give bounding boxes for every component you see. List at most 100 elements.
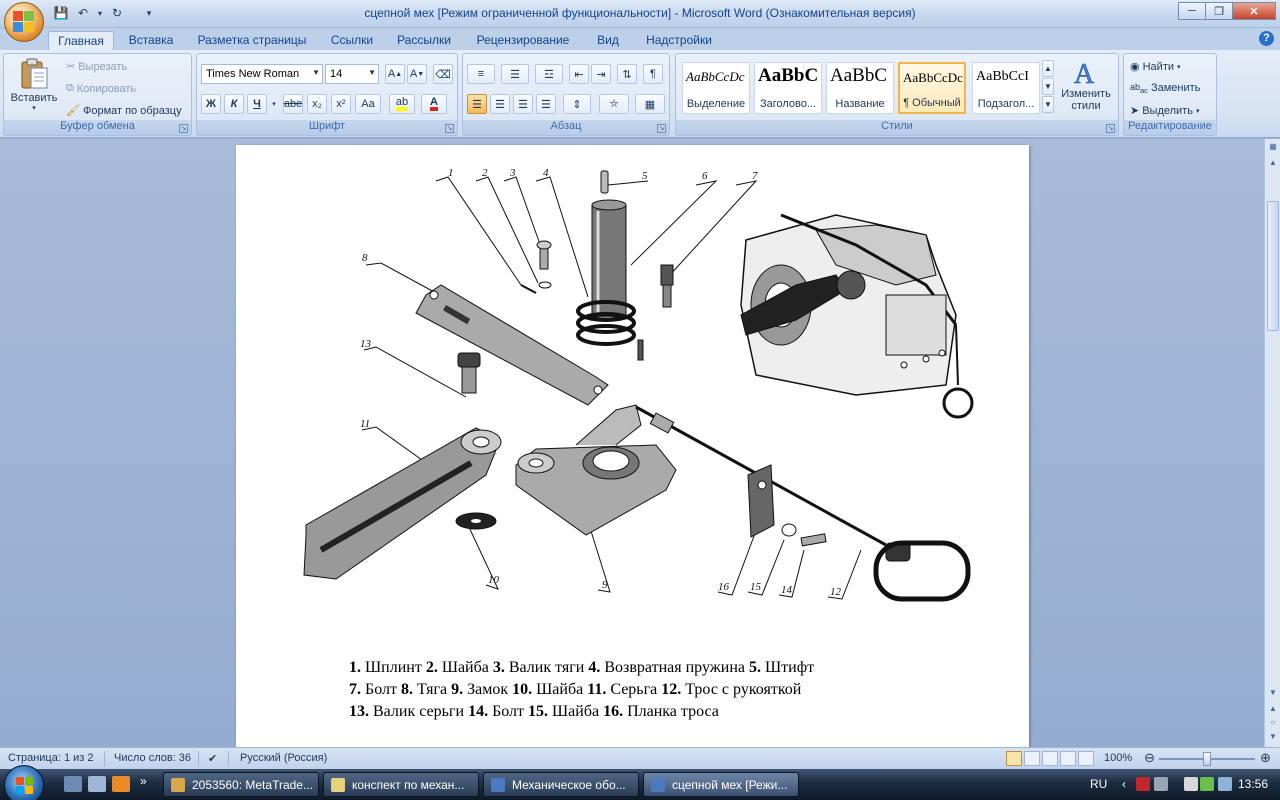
antivirus-icon[interactable] <box>1136 777 1150 791</box>
style-normal[interactable]: AaBbCcDc ¶ Обычный <box>898 62 966 114</box>
style-subtitle[interactable]: AaBbCcI Подзагол... <box>972 62 1040 114</box>
outline-view-button[interactable] <box>1060 751 1076 766</box>
tab-view[interactable]: Вид <box>590 31 626 50</box>
zoom-in-icon[interactable]: ⊕ <box>1260 750 1271 766</box>
numbering-button[interactable]: ☰ <box>501 64 529 84</box>
tray-app-icon[interactable] <box>1154 777 1168 791</box>
tray-app-icon[interactable] <box>1184 777 1198 791</box>
start-button[interactable] <box>4 765 44 800</box>
increase-indent-button[interactable]: ⇥ <box>591 64 611 84</box>
taskbar-item-mechanical[interactable]: Механическое обо... <box>483 772 639 797</box>
zoom-slider-thumb[interactable] <box>1203 752 1211 766</box>
cut-button[interactable]: ✂ Вырезать <box>66 60 127 74</box>
line-spacing-button[interactable]: ⇕ <box>563 94 591 114</box>
align-left-button[interactable]: ☰ <box>467 94 487 114</box>
align-right-button[interactable]: ☰ <box>513 94 533 114</box>
taskbar-item-metatrader[interactable]: 2053560: MetaTrade... <box>163 772 319 797</box>
font-size-combo[interactable]: 14 ▼ <box>325 64 379 84</box>
taskbar-item-coupling[interactable]: сцепной мех [Режи... <box>643 772 799 797</box>
tab-page-layout[interactable]: Разметка страницы <box>192 31 312 50</box>
previous-page-icon[interactable]: ▲ <box>1267 703 1279 715</box>
shrink-font-button[interactable]: A ▼ <box>407 64 427 84</box>
minimize-button[interactable]: ─ <box>1178 2 1206 20</box>
proofing-icon[interactable]: ✔ <box>208 752 217 765</box>
tab-mailings[interactable]: Рассылки <box>392 31 456 50</box>
borders-button[interactable]: ▦ <box>635 94 665 114</box>
bullets-button[interactable]: ≡ <box>467 64 495 84</box>
show-formatting-button[interactable]: ¶ <box>643 64 663 84</box>
styles-dialog-launcher[interactable]: ↘ <box>1106 124 1115 133</box>
change-case-button[interactable]: Aa <box>355 94 381 114</box>
scroll-up-icon[interactable]: ▲ <box>1267 157 1279 169</box>
quicklaunch-more-icon[interactable]: » <box>140 774 147 788</box>
volume-icon[interactable] <box>1218 777 1232 791</box>
tab-references[interactable]: Ссылки <box>324 31 380 50</box>
sort-button[interactable]: ⇅ <box>617 64 637 84</box>
styles-more-icon[interactable]: ▼ <box>1042 96 1054 113</box>
find-button[interactable]: ◉ Найти ▾ <box>1130 60 1181 74</box>
zoom-out-icon[interactable]: ⊖ <box>1144 750 1155 766</box>
style-heading[interactable]: AaBbC Заголово... <box>754 62 822 114</box>
justify-button[interactable]: ☰ <box>536 94 556 114</box>
font-color-button[interactable]: A <box>421 94 447 114</box>
font-name-combo[interactable]: Times New Roman ▼ <box>201 64 323 84</box>
paste-button[interactable]: Вставить ▾ <box>10 58 58 112</box>
styles-scroll-down-icon[interactable]: ▼ <box>1042 78 1054 95</box>
maximize-button[interactable]: ❐ <box>1205 2 1233 20</box>
change-styles-button[interactable]: A Изменить стили <box>1058 58 1114 112</box>
show-desktop-icon[interactable] <box>64 776 82 792</box>
superscript-button[interactable]: x² <box>331 94 351 114</box>
word-count[interactable]: Число слов: 36 <box>114 752 191 764</box>
scroll-down-icon[interactable]: ▼ <box>1267 687 1279 699</box>
tab-insert[interactable]: Вставка <box>122 31 180 50</box>
copy-button[interactable]: ⧉ Копировать <box>66 82 136 95</box>
grow-font-button[interactable]: A ▲ <box>385 64 405 84</box>
align-center-button[interactable]: ☰ <box>490 94 510 114</box>
ruler-toggle-icon[interactable]: ▦ <box>1267 141 1279 153</box>
style-emphasis[interactable]: AaBbCcDc Выделение <box>682 62 750 114</box>
web-layout-view-button[interactable] <box>1042 751 1058 766</box>
subscript-button[interactable]: x₂ <box>307 94 327 114</box>
tray-expand-icon[interactable]: ‹ <box>1122 777 1126 791</box>
clock[interactable]: 13:56 <box>1238 777 1268 791</box>
zoom-level[interactable]: 100% <box>1104 752 1132 764</box>
tab-review[interactable]: Рецензирование <box>470 31 576 50</box>
paragraph-dialog-launcher[interactable]: ↘ <box>657 124 666 133</box>
decrease-indent-button[interactable]: ⇤ <box>569 64 589 84</box>
full-screen-reading-view-button[interactable] <box>1024 751 1040 766</box>
taskbar-item-konspekt[interactable]: конспект по механ... <box>323 772 479 797</box>
page-count[interactable]: Страница: 1 из 2 <box>8 752 94 764</box>
strikethrough-button[interactable]: abe <box>283 94 303 114</box>
next-page-icon[interactable]: ▼ <box>1267 731 1279 743</box>
switch-windows-icon[interactable] <box>88 776 106 792</box>
network-icon[interactable] <box>1200 777 1214 791</box>
style-title[interactable]: AaBbC Название <box>826 62 894 114</box>
scroll-thumb[interactable] <box>1267 201 1279 331</box>
styles-scroll-up-icon[interactable]: ▲ <box>1042 60 1054 77</box>
help-icon[interactable]: ? <box>1259 31 1274 46</box>
media-player-icon[interactable] <box>112 776 130 792</box>
language-bar[interactable]: RU <box>1090 777 1107 791</box>
font-dialog-launcher[interactable]: ↘ <box>445 124 454 133</box>
shading-button[interactable]: ⛦ <box>599 94 629 114</box>
select-browse-object-icon[interactable]: ○ <box>1267 717 1279 729</box>
italic-button[interactable]: К <box>224 94 244 114</box>
format-painter-button[interactable]: 🖌 Формат по образцу <box>66 104 182 118</box>
clear-formatting-button[interactable]: ⌫ <box>433 64 453 84</box>
select-button[interactable]: ➤ Выделить ▾ <box>1130 104 1199 118</box>
underline-button[interactable]: Ч <box>247 94 267 114</box>
draft-view-button[interactable] <box>1078 751 1094 766</box>
print-layout-view-button[interactable] <box>1006 751 1022 766</box>
close-button[interactable]: ✕ <box>1232 2 1276 20</box>
bold-button[interactable]: Ж <box>201 94 221 114</box>
highlight-button[interactable]: ab <box>389 94 415 114</box>
clipboard-dialog-launcher[interactable]: ↘ <box>179 124 188 133</box>
tab-addins[interactable]: Надстройки <box>638 31 720 50</box>
underline-dropdown-icon[interactable]: ▾ <box>269 94 279 114</box>
tab-home[interactable]: Главная <box>48 31 114 50</box>
replace-button[interactable]: abac Заменить <box>1130 82 1200 95</box>
language-indicator[interactable]: Русский (Россия) <box>240 752 327 764</box>
document-page[interactable]: 1 2 3 4 5 6 7 8 13 11 10 9 16 15 14 12 1… <box>236 145 1029 747</box>
vertical-scrollbar[interactable]: ▦ ▲ ▼ ▲ ○ ▼ <box>1264 139 1280 747</box>
multilevel-list-button[interactable]: ☲ <box>535 64 563 84</box>
